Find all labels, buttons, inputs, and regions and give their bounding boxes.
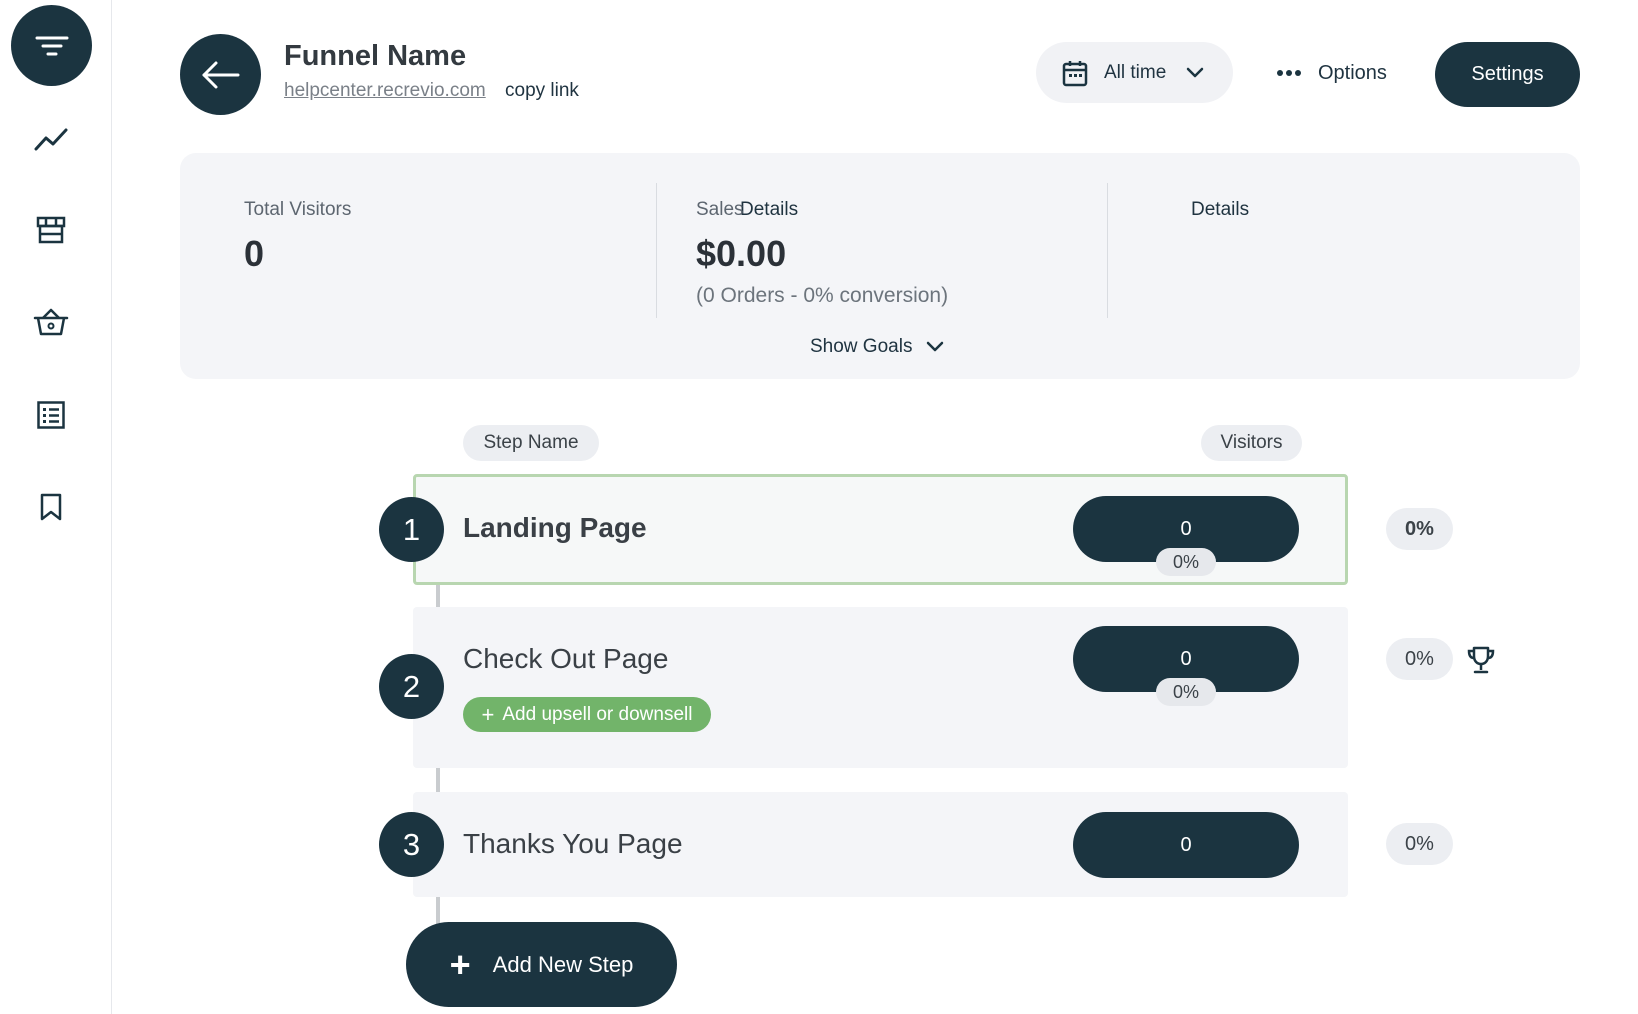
step-conversion-badge: 0% xyxy=(1386,823,1453,865)
step-conversion-badge: 0% xyxy=(1386,638,1453,680)
add-upsell-button[interactable]: + Add upsell or downsell xyxy=(463,697,711,732)
funnel-url-link[interactable]: helpcenter.recrevio.com xyxy=(284,80,486,102)
column-header-visitors: Visitors xyxy=(1201,425,1302,461)
step-name[interactable]: Landing Page xyxy=(463,512,647,544)
arrow-left-icon xyxy=(202,61,239,88)
total-visitors-value: 0 xyxy=(244,233,265,274)
step-name[interactable]: Check Out Page xyxy=(463,643,668,675)
copy-link-button[interactable]: copy link xyxy=(505,80,579,102)
chevron-down-icon xyxy=(926,341,944,353)
more-dots-icon xyxy=(1277,70,1301,76)
sidebar-item-lists[interactable] xyxy=(26,390,76,440)
visitors-details-link[interactable]: Details xyxy=(740,199,798,221)
calendar-icon xyxy=(1062,60,1088,86)
sidebar-item-funnels[interactable] xyxy=(11,5,92,86)
stats-panel: Total Visitors Details 0 Sales Details $… xyxy=(180,153,1580,379)
step-visitors-bar: 0 xyxy=(1073,812,1299,878)
trend-chart-icon xyxy=(34,128,68,151)
step-conversion-badge: 0% xyxy=(1386,508,1453,550)
step-number-badge: 1 xyxy=(379,497,444,562)
step-number-badge: 3 xyxy=(379,812,444,877)
stats-divider xyxy=(656,183,657,318)
basket-icon xyxy=(33,308,69,336)
plus-icon: + xyxy=(449,943,471,985)
funnel-icon xyxy=(35,36,68,55)
sidebar-item-store[interactable] xyxy=(26,205,76,255)
step-visitors-percent: 0% xyxy=(1156,678,1216,706)
step-connector xyxy=(436,897,440,925)
step-name[interactable]: Thanks You Page xyxy=(463,828,683,860)
sidebar xyxy=(0,0,112,1014)
column-header-step-name: Step Name xyxy=(463,425,599,461)
step-connector xyxy=(436,768,440,792)
step-visitors-percent: 0% xyxy=(1156,548,1216,576)
bookmark-icon xyxy=(40,493,62,521)
date-range-select[interactable]: All time xyxy=(1036,42,1233,103)
back-button[interactable] xyxy=(180,34,261,115)
sidebar-item-analytics[interactable] xyxy=(26,114,76,164)
stats-divider xyxy=(1107,183,1108,318)
list-icon xyxy=(37,401,65,429)
show-goals-label: Show Goals xyxy=(810,336,913,357)
trophy-icon[interactable] xyxy=(1466,645,1496,675)
step-connector xyxy=(436,585,440,607)
add-new-step-button[interactable]: + Add New Step xyxy=(406,922,677,1007)
store-icon xyxy=(36,216,66,244)
sales-label: Sales xyxy=(696,199,744,220)
add-upsell-label: Add upsell or downsell xyxy=(502,703,693,725)
sidebar-item-orders[interactable] xyxy=(26,297,76,347)
step-number-badge: 2 xyxy=(379,654,444,719)
settings-button[interactable]: Settings xyxy=(1435,42,1580,107)
add-new-step-label: Add New Step xyxy=(492,951,634,977)
sales-value: $0.00 xyxy=(696,233,787,274)
chevron-down-icon xyxy=(1186,67,1204,79)
options-button[interactable]: Options xyxy=(1276,52,1387,94)
sales-details-link[interactable]: Details xyxy=(1191,199,1249,221)
options-label: Options xyxy=(1318,61,1387,84)
date-range-value: All time xyxy=(1104,61,1167,83)
total-visitors-label: Total Visitors xyxy=(244,199,352,220)
plus-icon: + xyxy=(481,701,495,727)
sidebar-item-bookmarks[interactable] xyxy=(26,482,76,532)
page-title: Funnel Name xyxy=(284,40,467,72)
show-goals-toggle[interactable]: Show Goals xyxy=(810,336,944,358)
sales-conversion-text: (0 Orders - 0% conversion) xyxy=(696,284,949,307)
